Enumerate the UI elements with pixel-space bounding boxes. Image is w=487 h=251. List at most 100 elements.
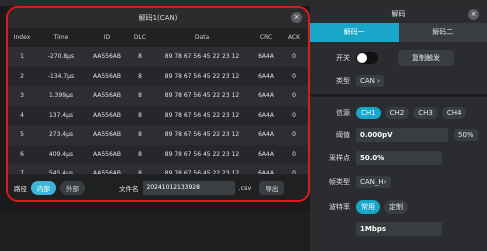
panel-title: 解码1(CAN) × [8,8,308,28]
baud-custom-button[interactable]: 定制 [384,200,408,214]
table-cell: AA556AB [92,72,122,80]
table-cell: 8 [138,53,142,61]
table-cell: 1 [20,53,24,61]
decode-toggle[interactable] [356,52,378,64]
table-cell: 89 78 67 56 45 22 23 12 [164,150,240,158]
panel-footer: 路径 内部 外部 文件名 20241012133928 .csv 导出 [8,174,308,200]
tab-decode-1[interactable]: 解码一 [310,23,399,42]
table-cell: 3 [20,92,24,100]
col-data: Data [194,34,210,41]
channel-ch4[interactable]: CH4 [441,107,467,119]
col-crc: CRC [259,34,273,41]
table-cell: 0 [292,111,296,119]
table-cell: 137.4μs [48,111,74,119]
table-cell: 8 [138,72,142,80]
table-cell: 0 [292,92,296,100]
baud-row: 波特率 常用 定制 [310,200,487,214]
baud-rate-value[interactable]: 1Mbps [356,222,442,236]
close-icon[interactable]: × [291,12,302,23]
table-row[interactable]: 1 -270.8μs AA556AB 8 89 78 67 56 45 22 23 12… [8,47,308,67]
frame-type-value: CAN_H [360,178,384,186]
table-cell: 1.399μs [48,92,74,100]
table-cell: 0 [292,72,296,80]
channel-ch2[interactable]: CH2 [384,107,410,119]
path-label: 路径 [14,185,27,193]
copy-trigger-button[interactable]: 复制触发 [398,50,454,66]
close-icon[interactable]: × [468,9,479,20]
table-cell: 6A4A [258,111,274,119]
type-select[interactable]: CAN › [356,75,384,87]
threshold-label: 阈值 [336,131,350,139]
table-cell: AA556AB [92,111,122,119]
frame-type-select[interactable]: CAN_H› [356,176,391,188]
type-label: 类型 [336,77,350,85]
chevron-right-icon: › [377,77,380,85]
frame-type-label: 帧类型 [329,178,350,186]
table-cell: 6A4A [258,53,274,61]
baud-value-row: 1Mbps [310,222,487,236]
table-cell: 8 [138,92,142,100]
table-cell: 2 [20,72,24,80]
decode-settings-panel: 解码 × 解码一 解码二 开关 复制触发 类型 CAN › 信源 CH1 CH2… [310,6,487,251]
table-cell: -270.8μs [47,53,75,61]
filename-label: 文件名 [119,185,139,193]
table-cell: 0 [292,131,296,139]
table-cell: 89 78 67 56 45 22 23 12 [164,111,240,119]
source-row: 信源 CH1 CH2 CH3 CH4 [310,107,487,119]
baud-common-button[interactable]: 常用 [356,200,380,214]
chevron-right-icon: › [383,178,387,186]
table-row[interactable]: 3 1.399μs AA556AB 8 89 78 67 56 45 22 23 12 6… [8,86,308,106]
table-cell: 273.4μs [48,131,74,139]
sample-point-input[interactable]: 50.0% [356,151,442,165]
background-strip [0,212,310,251]
table-cell: 5 [20,131,24,139]
table-cell: AA556AB [92,92,122,100]
panel-title-text: 解码1(CAN) [138,14,178,22]
table-row[interactable]: 4 137.4μs AA556AB 8 89 78 67 56 45 22 23 12 6… [8,105,308,125]
table-cell: 89 78 67 56 45 22 23 12 [164,72,240,80]
internal-button[interactable]: 内部 [31,181,56,195]
col-ack: ACK [287,34,301,41]
channel-ch3[interactable]: CH3 [413,107,438,119]
col-index: Index [13,34,31,41]
toggle-knob [357,53,367,63]
divider [310,94,487,97]
decode-table: Index Time ID DLC Data CRC ACK 1 -270.8μs… [8,28,308,184]
export-button[interactable]: 导出 [259,181,285,195]
external-button[interactable]: 外部 [60,181,85,195]
decode-tabs: 解码一 解码二 [310,23,487,42]
threshold-row: 阈值 0.000pV 50% [310,128,487,142]
table-cell: AA556AB [92,131,122,139]
frame-row: 帧类型 CAN_H› [310,176,487,188]
table-cell: 8 [138,111,142,119]
threshold-input[interactable]: 0.000pV [356,128,448,142]
table-cell: 4 [20,111,24,119]
table-cell: 6A4A [258,72,274,80]
table-cell: 0 [292,53,296,61]
table-cell: 6 [20,150,24,158]
table-cell: AA556AB [92,150,122,158]
channel-ch1[interactable]: CH1 [356,107,381,119]
file-extension: .csv [238,184,252,192]
table-cell: 6A4A [258,150,274,158]
col-id: ID [103,34,111,41]
table-cell: 89 78 67 56 45 22 23 12 [164,53,240,61]
filename-input[interactable]: 20241012133928 [142,181,235,195]
table-cell: 409.4μs [48,150,74,158]
table-row[interactable]: 6 409.4μs AA556AB 8 89 78 67 56 45 22 23 12 6… [8,144,308,164]
table-row[interactable]: 5 273.4μs AA556AB 8 89 78 67 56 45 22 23 12 6… [8,125,308,145]
col-time: Time [53,34,69,41]
table-cell: 0 [292,150,296,158]
table-cell: 89 78 67 56 45 22 23 12 [164,131,240,139]
tab-decode-2[interactable]: 解码二 [398,23,487,42]
source-label: 信源 [336,109,350,117]
table-cell: 6A4A [258,92,274,100]
table-row[interactable]: 2 -134.7μs AA556AB 8 89 78 67 56 45 22 23 12… [8,66,308,86]
threshold-50pct-button[interactable]: 50% [454,129,478,141]
table-cell: 89 78 67 56 45 22 23 12 [164,92,240,100]
table-cell: 8 [138,150,142,158]
type-row: 类型 CAN › [310,75,487,87]
settings-title: 解码 × [310,6,487,23]
sample-point-label: 采样点 [329,154,350,162]
settings-title-text: 解码 [391,10,406,18]
